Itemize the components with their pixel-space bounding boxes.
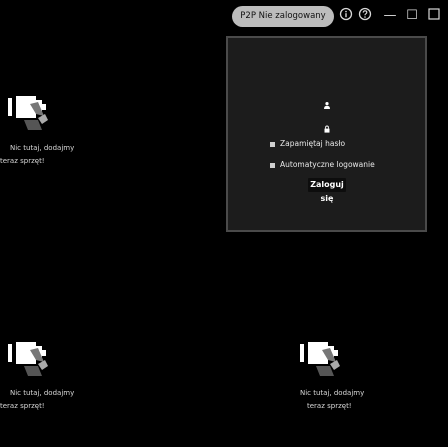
tile-message-line1: Nic tutaj, dodajmy xyxy=(10,144,75,152)
remember-password-checkbox[interactable]: Zapamiętaj hasło xyxy=(270,136,345,152)
login-button[interactable]: Zaloguj się xyxy=(308,178,346,203)
minimize-button[interactable]: — xyxy=(382,7,398,25)
help-icon[interactable] xyxy=(357,7,373,25)
checkbox-icon xyxy=(270,162,275,168)
info-icon[interactable] xyxy=(338,7,354,25)
camera-icon xyxy=(8,96,48,130)
tile-message-line1: Nic tutaj, dodajmy xyxy=(10,389,75,397)
auto-login-label: Automatyczne logowanie xyxy=(280,160,375,169)
camera-icon xyxy=(300,342,340,376)
tile-message-line2: teraz sprzęt! xyxy=(0,157,45,165)
close-button[interactable] xyxy=(426,7,442,25)
checkbox-icon xyxy=(270,141,275,147)
title-bar: P2P Nie zalogowany — ☐ xyxy=(0,0,448,34)
login-field[interactable] xyxy=(248,94,406,116)
p2p-status-badge[interactable]: P2P Nie zalogowany xyxy=(232,6,334,27)
user-icon xyxy=(324,101,330,109)
remember-password-label: Zapamiętaj hasło xyxy=(280,139,346,148)
tile-message-line2: teraz sprzęt! xyxy=(307,402,352,410)
tile-message-line1: Nic tutaj, dodajmy xyxy=(300,389,365,397)
lock-icon xyxy=(324,125,330,133)
tile-message-line2: teraz sprzęt! xyxy=(0,402,45,410)
login-panel: Zapamiętaj hasło Automatyczne logowanie … xyxy=(226,36,427,232)
app-screen: P2P Nie zalogowany — ☐ Zapamiętaj hasło … xyxy=(0,0,448,447)
maximize-button[interactable]: ☐ xyxy=(404,7,420,25)
auto-login-checkbox[interactable]: Automatyczne logowanie xyxy=(270,157,375,173)
camera-icon xyxy=(8,342,48,376)
